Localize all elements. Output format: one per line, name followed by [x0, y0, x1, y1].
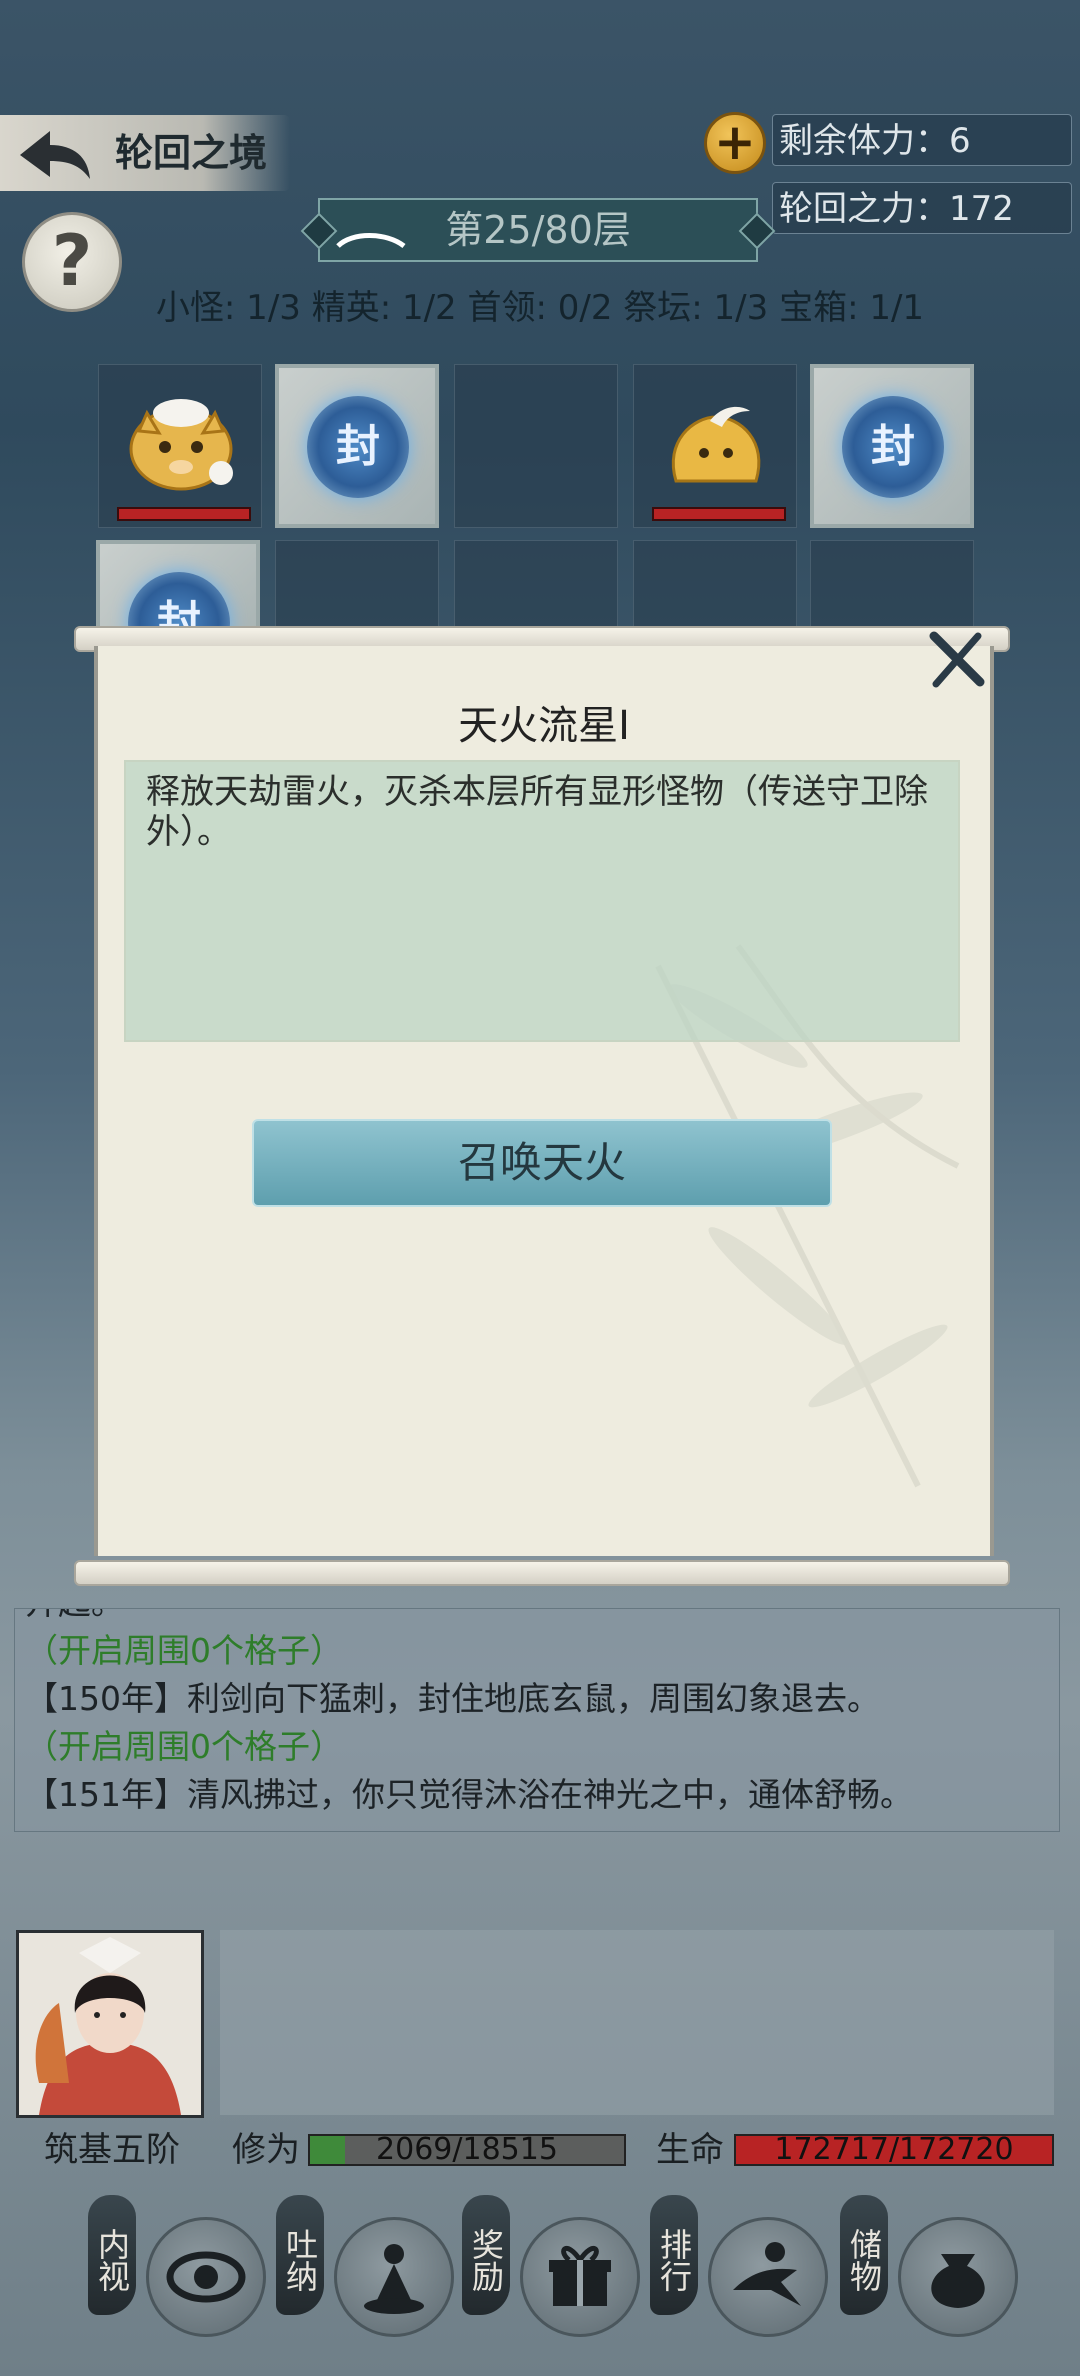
log-line: 【151年】清风拂过，你只觉得沐浴在神光之中，通体舒畅。 — [25, 1775, 913, 1814]
grid-cell-empty[interactable] — [275, 540, 439, 640]
nav-ranking[interactable]: 排行 — [648, 2195, 848, 2370]
meditate-icon — [364, 2244, 424, 2314]
eye-icon — [166, 2251, 246, 2303]
nav-circle — [520, 2217, 640, 2337]
event-log: 开起。 （开启周围0个格子） 【150年】利剑向下猛刺，封住地底玄鼠，周围幻象退… — [14, 1608, 1060, 1832]
log-line: 开起。 — [25, 1609, 1049, 1627]
nav-circle — [146, 2217, 266, 2337]
gift-icon — [549, 2246, 611, 2306]
ranking-icon — [733, 2242, 801, 2306]
nav-label: 储物 — [840, 2195, 888, 2315]
dialog-title: 天火流星I — [458, 703, 630, 749]
skill-description: 释放天劫雷火，灭杀本层所有显形怪物（传送守卫除外）。 — [124, 760, 960, 1042]
player-info-panel — [220, 1930, 1054, 2115]
scroll-rod-bottom — [74, 1560, 1010, 1586]
stamina-display: 剩余体力：6 — [772, 114, 1072, 166]
log-line: （开启周围0个格子） — [25, 1727, 343, 1766]
nav-circle — [708, 2217, 828, 2337]
page-title: 轮回之境 — [115, 131, 268, 175]
grid-cell-sealed[interactable]: 封 — [810, 364, 974, 528]
cultivation-bar: 2069/18515 — [308, 2134, 626, 2166]
cultivation-value: 2069/18515 — [376, 2132, 558, 2167]
nav-storage[interactable]: 储物 — [838, 2195, 1038, 2370]
monster-health-bar — [652, 507, 786, 521]
grid-cell-empty[interactable] — [633, 540, 797, 640]
seal-icon: 封 — [307, 396, 409, 498]
grid-cell-monster[interactable] — [98, 364, 262, 528]
grid-cell-sealed[interactable]: 封 — [275, 364, 439, 528]
nav-breathing[interactable]: 吐纳 — [274, 2195, 474, 2370]
nav-circle — [898, 2217, 1018, 2337]
nav-label: 内视 — [88, 2195, 136, 2315]
grid-cell-monster[interactable] — [633, 364, 797, 528]
floor-counts: 小怪: 1/3 精英: 1/2 首领: 0/2 祭坛: 1/3 宝箱: 1/1 — [155, 288, 925, 328]
summon-fire-button[interactable]: 召唤天火 — [252, 1119, 832, 1207]
nav-rewards[interactable]: 奖励 — [460, 2195, 660, 2370]
back-arrow-icon[interactable] — [14, 125, 94, 185]
seal-icon: 封 — [842, 396, 944, 498]
lion-monster-icon — [129, 399, 233, 491]
cultivation-label: 修为 — [232, 2130, 300, 2170]
grid-cell-empty[interactable] — [810, 540, 974, 640]
portrait-icon — [19, 1933, 201, 2115]
nav-label: 排行 — [650, 2195, 698, 2315]
reincarnation-power-display: 轮回之力：172 — [772, 182, 1072, 234]
life-value: 172717/172720 — [774, 2132, 1014, 2167]
log-line: （开启周围0个格子） — [25, 1631, 343, 1670]
nav-label: 吐纳 — [276, 2195, 324, 2315]
realm-label: 筑基五阶 — [44, 2130, 180, 2170]
monster-health-bar — [117, 507, 251, 521]
log-line: 【150年】利剑向下猛刺，封住地底玄鼠，周围幻象退去。 — [25, 1679, 880, 1718]
player-stats-bar: 筑基五阶 修为 2069/18515 生命 172717/172720 — [16, 2130, 1058, 2170]
cultivation-bar-fill — [310, 2136, 346, 2164]
bag-icon — [931, 2254, 985, 2308]
grid-cell-empty[interactable] — [454, 540, 618, 640]
grid-cell-empty[interactable] — [454, 364, 618, 528]
skill-dialog: 天火流星I 释放天劫雷火，灭杀本层所有显形怪物（传送守卫除外）。 召唤天火 — [94, 646, 994, 1556]
nav-inner-view[interactable]: 内视 — [86, 2195, 286, 2370]
life-bar: 172717/172720 — [734, 2134, 1054, 2166]
add-stamina-button[interactable]: + — [704, 112, 766, 174]
grid-cell-sealed[interactable]: 封 — [96, 540, 260, 640]
close-icon[interactable] — [926, 630, 986, 690]
life-label: 生命 — [656, 2130, 724, 2170]
player-avatar[interactable] — [16, 1930, 204, 2118]
nav-label: 奖励 — [462, 2195, 510, 2315]
nav-circle — [334, 2217, 454, 2337]
slime-monster-icon — [671, 406, 761, 483]
cloud-icon — [336, 233, 406, 248]
